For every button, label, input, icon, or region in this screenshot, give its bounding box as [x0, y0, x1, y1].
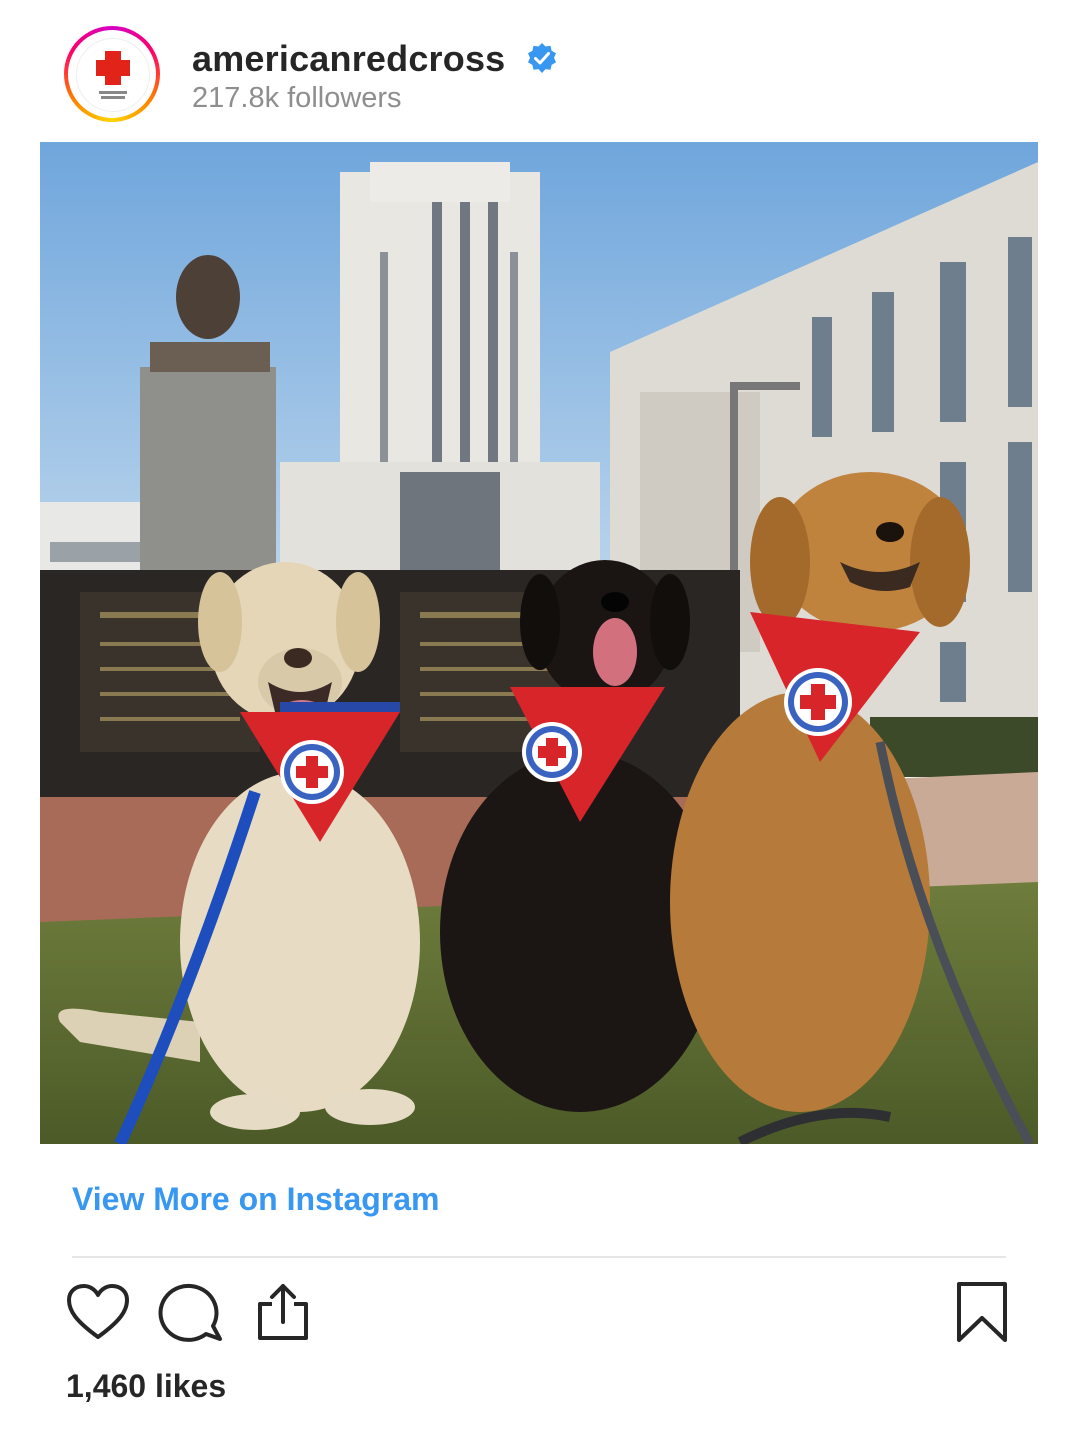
share-icon[interactable]: [254, 1282, 312, 1342]
story-ring[interactable]: [64, 26, 160, 122]
like-count[interactable]: 1,460 likes: [66, 1368, 226, 1405]
heart-icon[interactable]: [66, 1283, 130, 1341]
divider: [72, 1256, 1006, 1258]
view-more-link[interactable]: View More on Instagram: [72, 1181, 440, 1218]
comment-icon[interactable]: [158, 1282, 224, 1342]
post-header: americanredcross 217.8k followers: [64, 26, 1024, 126]
username[interactable]: americanredcross: [192, 38, 505, 80]
photo-three-therapy-dogs: [40, 142, 1038, 1144]
avatar[interactable]: [76, 38, 150, 112]
post-photo[interactable]: [40, 142, 1038, 1144]
bookmark-icon[interactable]: [954, 1280, 1010, 1344]
verified-badge-icon: [528, 43, 556, 73]
follower-count: 217.8k followers: [192, 82, 402, 114]
red-cross-logo-icon: [96, 51, 130, 99]
